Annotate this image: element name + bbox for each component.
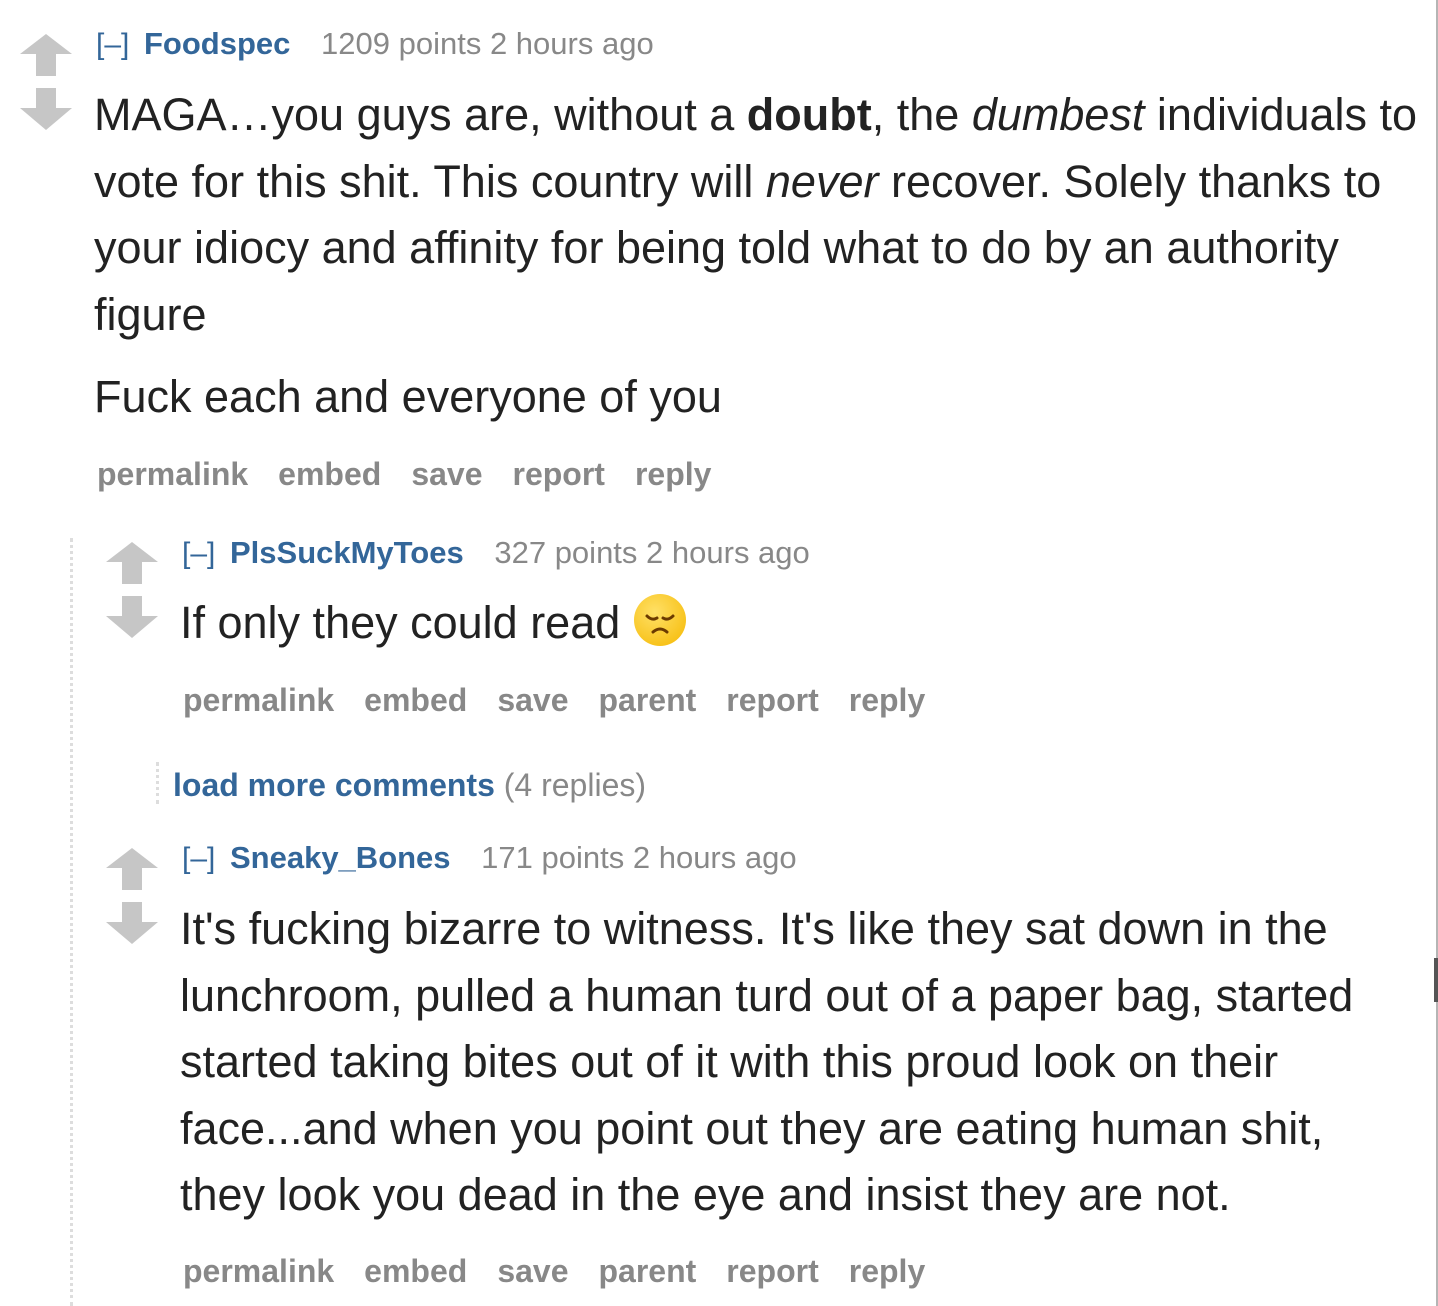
score: 1209 points [321, 26, 482, 61]
parent-button[interactable]: parent [599, 682, 697, 718]
comment-paragraph: Fuck each and everyone of you [94, 371, 722, 422]
load-more-thread-line [156, 762, 159, 804]
reply-button[interactable]: reply [849, 1253, 925, 1289]
vote-column [104, 540, 160, 640]
downvote-arrow-icon[interactable] [104, 594, 160, 640]
reply-button[interactable]: reply [635, 456, 711, 492]
parent-button[interactable]: parent [599, 1253, 697, 1289]
timestamp: 2 hours ago [646, 535, 810, 570]
scrollbar-thumb[interactable] [1434, 958, 1438, 1002]
report-button[interactable]: report [513, 456, 605, 492]
text-run: , the [871, 89, 972, 140]
comment-tagline: [–] Sneaky_Bones 171 points 2 hours ago [182, 840, 797, 877]
text-run: MAGA…you guys are, without a [94, 89, 747, 140]
report-button[interactable]: report [726, 682, 818, 718]
comment-buttons: permalink embed save parent report reply [183, 1253, 955, 1290]
embed-button[interactable]: embed [278, 456, 381, 492]
save-button[interactable]: save [497, 682, 568, 718]
author-link[interactable]: Sneaky_Bones [230, 840, 451, 875]
replies-count: (4 replies) [503, 767, 647, 803]
embed-button[interactable]: embed [364, 1253, 467, 1289]
timestamp: 2 hours ago [489, 26, 654, 61]
comment-paragraph: It's fucking bizarre to witness. It's li… [180, 903, 1354, 1220]
comment-paragraph: If only they could read [180, 590, 1410, 657]
comment-buttons: permalink embed save parent report reply [183, 682, 955, 719]
load-more-comments-link[interactable]: load more comments [173, 767, 495, 803]
reply-button[interactable]: reply [849, 682, 925, 718]
score: 327 points [494, 535, 638, 570]
collapse-toggle[interactable]: [–] [182, 842, 215, 875]
collapse-toggle[interactable]: [–] [182, 537, 215, 570]
permalink-button[interactable]: permalink [183, 1253, 334, 1289]
comment-body: If only they could read [180, 590, 1410, 657]
comment-paragraph: MAGA…you guys are, without a doubt, the … [94, 82, 1424, 348]
vote-column [18, 32, 74, 132]
upvote-arrow-icon[interactable] [104, 846, 160, 892]
comment-body: It's fucking bizarre to witness. It's li… [180, 896, 1410, 1229]
comment-body: MAGA…you guys are, without a doubt, the … [94, 82, 1424, 431]
vote-column [104, 846, 160, 946]
score: 171 points [481, 840, 625, 875]
comment-tagline: [–] PlsSuckMyToes 327 points 2 hours ago [182, 535, 810, 572]
permalink-button[interactable]: permalink [97, 456, 248, 492]
report-button[interactable]: report [726, 1253, 818, 1289]
comment-buttons: permalink embed save report reply [97, 456, 741, 493]
timestamp: 2 hours ago [632, 840, 797, 875]
comment-tagline: [–] Foodspec 1209 points 2 hours ago [96, 26, 654, 63]
upvote-arrow-icon[interactable] [104, 540, 160, 586]
downvote-arrow-icon[interactable] [104, 900, 160, 946]
text-run: If only they could read [180, 597, 621, 648]
italic-text: never [765, 155, 879, 207]
disappointed-face-emoji-icon [634, 594, 687, 646]
save-button[interactable]: save [411, 456, 482, 492]
author-link[interactable]: Foodspec [144, 26, 290, 61]
load-more-comments: load more comments (4 replies) [173, 767, 646, 804]
save-button[interactable]: save [497, 1253, 568, 1289]
downvote-arrow-icon[interactable] [18, 86, 74, 132]
author-link[interactable]: PlsSuckMyToes [230, 535, 464, 570]
embed-button[interactable]: embed [364, 682, 467, 718]
upvote-arrow-icon[interactable] [18, 32, 74, 78]
bold-text: doubt [746, 89, 872, 140]
collapse-toggle[interactable]: [–] [96, 28, 129, 61]
italic-text: dumbest [971, 89, 1145, 140]
child-thread-line[interactable] [70, 538, 73, 1306]
permalink-button[interactable]: permalink [183, 682, 334, 718]
